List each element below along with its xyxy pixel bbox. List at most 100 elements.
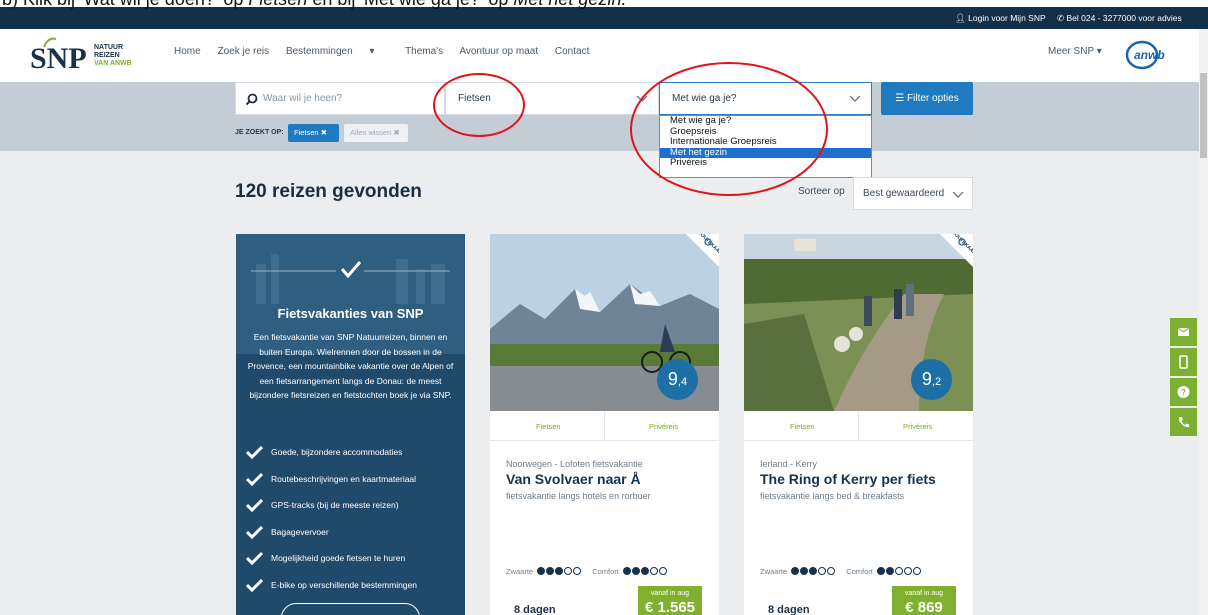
check-icon: [246, 498, 263, 512]
empty-dot: [658, 567, 667, 576]
filled-dot: [791, 567, 800, 576]
empty-dot: [894, 567, 903, 576]
empty-dot: [573, 567, 582, 576]
instruction-answer-1: Fietsen: [248, 0, 307, 9]
top-bar: 👤︎ Login voor Mijn SNP ✆ Bel 024 - 32770…: [0, 6, 1208, 29]
results-count: 120 reizen gevonden: [235, 181, 422, 202]
promo-title: Fietsvakanties van SNP: [277, 306, 424, 321]
trip-card[interactable]: ROUTEKAART 9,4 FietsenPrivéreis Noorwege…: [490, 234, 719, 615]
rating-decimal: ,4: [677, 376, 688, 388]
list-item: E-bike op verschillende bestemmingen: [246, 577, 417, 604]
clear-all-chip[interactable]: Alles wissen ✖: [344, 124, 408, 142]
price-value: € 869: [905, 599, 943, 615]
phone-button[interactable]: [1170, 408, 1197, 436]
list-item: Routebeschrijvingen en kaartmateriaal: [246, 471, 417, 498]
scrollbar-thumb[interactable]: [1200, 73, 1207, 158]
logo-line2: REIZEN: [94, 52, 120, 59]
trip-location: Noorwegen - Lofoten fietsvakantie: [506, 459, 643, 469]
trip-ratings: Zwaarte Comfort: [760, 567, 930, 577]
close-icon[interactable]: ✖: [393, 128, 399, 137]
main-nav: SNP NATUUR REIZEN VAN ANWB Home Zoek je …: [0, 29, 1208, 82]
nav-bestemmingen[interactable]: Bestemmingen ▾: [286, 46, 389, 57]
tag-divider: [858, 411, 859, 441]
promo-button[interactable]: [281, 603, 420, 615]
promo-description: Een fietsvakantie van SNP Natuurreizen, …: [247, 332, 454, 400]
promo-panel: Fietsvakanties van SNP Een fietsvakantie…: [236, 234, 465, 615]
mobile-button[interactable]: [1170, 348, 1197, 376]
zwaarte-label: Zwaarte: [760, 567, 788, 576]
filled-dot: [537, 567, 546, 576]
trip-card[interactable]: ROUTEKAART 9,2 FietsenPrivéreis Ierland …: [744, 234, 973, 615]
filled-dot: [640, 567, 649, 576]
clear-all-label: Alles wissen: [350, 128, 392, 137]
sort-label: Sorteer op: [798, 186, 845, 197]
logo-letters: SNP: [30, 42, 87, 75]
question-icon: ?: [1177, 386, 1190, 398]
where-input-placeholder: Waar wil je heen?: [263, 93, 343, 104]
zwaarte-dots: [537, 567, 582, 577]
close-icon[interactable]: ✖: [321, 128, 327, 137]
meer-snp-menu[interactable]: Meer SNP ▾: [1048, 46, 1102, 57]
instruction-answer-2: Met het gezin.: [513, 0, 626, 9]
active-filters-label: JE ZOEKT OP:: [235, 129, 284, 136]
filled-dot: [555, 567, 564, 576]
empty-dot: [564, 567, 573, 576]
sort-select-value: Best gewaardeerd: [863, 188, 945, 199]
comfort-dots: [622, 567, 668, 577]
feature-text: Goede, bijzondere accommodaties: [271, 447, 403, 457]
trip-subtitle: fietsvakantie langs hotels en rorbuer: [506, 491, 651, 501]
price-value: € 1.565: [644, 599, 696, 615]
instruction-text: en bij: [307, 0, 360, 9]
scrollbar[interactable]: [1199, 29, 1208, 615]
login-link[interactable]: 👤︎ Login voor Mijn SNP: [955, 13, 1046, 24]
zwaarte-dots: [791, 567, 836, 577]
price-box: vanaf in aug € 869: [892, 586, 956, 615]
mail-button[interactable]: [1170, 318, 1197, 346]
nav-themas[interactable]: Thema's: [405, 46, 443, 57]
empty-dot: [818, 567, 827, 576]
check-icon: [246, 551, 263, 565]
trip-tags: Fietsen Privéreis: [490, 411, 719, 441]
trip-tag-type: Privéreis: [903, 422, 933, 431]
highlight-circle-company: [630, 62, 828, 196]
list-item: GPS-tracks (bij de meeste reizen): [246, 497, 417, 524]
sort-select[interactable]: Best gewaardeerd: [853, 177, 973, 210]
comfort-label: Comfort: [592, 567, 619, 576]
trip-tag-type: Privéreis: [649, 422, 679, 431]
list-item: Goede, bijzondere accommodaties: [246, 444, 417, 471]
comfort-label: Comfort: [846, 567, 873, 576]
svg-text:?: ?: [1181, 388, 1186, 397]
where-input[interactable]: Waar wil je heen?: [235, 82, 445, 115]
rating-badge: 9,2: [911, 359, 952, 400]
empty-dot: [649, 567, 658, 576]
zwaarte-label: Zwaarte: [506, 567, 534, 576]
nav-links: Home Zoek je reis Bestemmingen ▾ Thema's…: [174, 46, 603, 57]
trip-title[interactable]: Van Svolvaer naar Å: [506, 471, 641, 487]
check-icon: [246, 445, 263, 459]
nav-zoek-je-reis[interactable]: Zoek je reis: [217, 46, 269, 57]
price-box: vanaf in aug € 1.565: [638, 586, 702, 615]
nav-home[interactable]: Home: [174, 46, 201, 57]
instruction-text: op: [483, 0, 513, 9]
sliders-icon: ☰: [895, 93, 908, 104]
feature-text: E-bike op verschillende bestemmingen: [271, 579, 417, 590]
trip-title[interactable]: The Ring of Kerry per fiets: [760, 471, 936, 487]
price-from-label: vanaf in aug: [650, 590, 690, 597]
anwb-logo[interactable]: anwb: [1124, 37, 1176, 73]
snp-logo[interactable]: SNP NATUUR REIZEN VAN ANWB: [30, 35, 165, 75]
login-label: Login voor Mijn SNP: [968, 13, 1046, 23]
phone-link[interactable]: ✆ Bel 024 - 3277000 voor advies: [1057, 13, 1182, 24]
nav-contact[interactable]: Contact: [555, 46, 589, 57]
instruction-caption: b) Klik bij 'Wat wil je doen?' op Fietse…: [0, 0, 1208, 9]
filter-options-button[interactable]: ☰ Filter opties: [881, 82, 973, 115]
instruction-text: b) Klik bij: [2, 0, 80, 9]
nav-avontuur-op-maat[interactable]: Avontuur op maat: [459, 46, 538, 57]
rating-main: 9: [667, 369, 678, 389]
filled-dot: [809, 567, 818, 576]
phone-label: Bel 024 - 3277000 voor advies: [1066, 13, 1182, 23]
trip-tag-activity: Fietsen: [790, 422, 815, 431]
active-filter-chip[interactable]: Fietsen ✖: [288, 124, 339, 142]
caret-down-icon: ▾: [369, 46, 375, 57]
help-button[interactable]: ?: [1170, 378, 1197, 406]
instruction-question-1: 'Wat wil je doen?': [80, 0, 218, 9]
